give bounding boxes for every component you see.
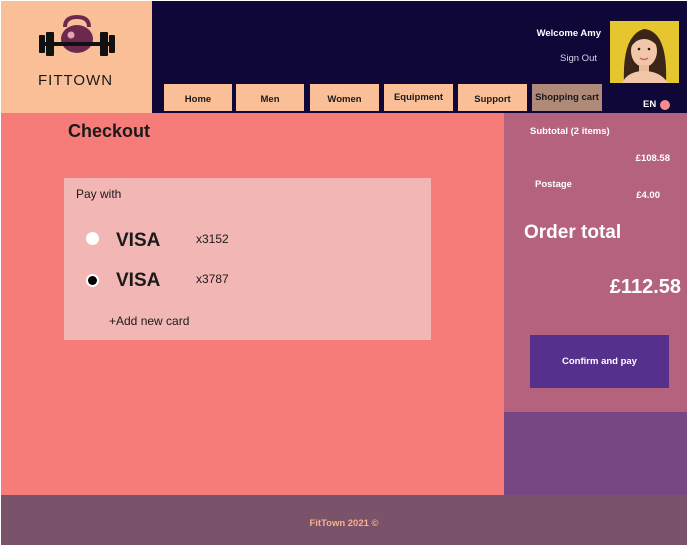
kettlebell-logo-icon [39,15,115,56]
nav-shopping-cart[interactable]: Shopping cart [532,84,602,111]
pay-with-label: Pay with [76,187,122,201]
nav-home[interactable]: Home [164,84,232,111]
order-summary: Subtotal (2 items) £108.58 Postage £4.00… [504,113,687,412]
nav-women[interactable]: Women [310,84,379,111]
avatar[interactable] [610,21,679,83]
page: FITTOWN Welcome Amy Sign Out Home Men Wo… [1,1,687,545]
postage-value: £4.00 [636,190,660,201]
confirm-and-pay-button[interactable]: Confirm and pay [530,335,669,388]
order-total-label: Order total [524,222,622,243]
visa-card-logo: VISA [116,230,161,251]
card-number-1: x3152 [196,232,229,246]
card-radio-2[interactable] [86,274,99,287]
footer-copyright: FitTown 2021 © [309,518,379,529]
visa-card-logo: VISA [116,270,161,291]
welcome-text: Welcome Amy [536,28,601,39]
card-number-2: x3787 [196,272,229,286]
payment-panel: Pay with VISA x3152 VISA x3787 +Add new … [64,178,431,340]
sign-out-link[interactable]: Sign Out [560,53,597,64]
language-selector[interactable]: EN [643,99,656,110]
order-total-value: £112.58 [609,276,681,298]
summary-lower-panel [504,412,687,495]
subtotal-label: Subtotal (2 items) [530,126,610,137]
nav-equipment[interactable]: Equipment [384,84,453,111]
nav-men[interactable]: Men [236,84,304,111]
brand-name: FITTOWN [38,72,114,89]
card-radio-1[interactable] [86,232,99,245]
page-title: Checkout [68,121,151,141]
subtotal-value: £108.58 [635,153,670,164]
postage-label: Postage [535,179,572,190]
logo-area[interactable]: FITTOWN [1,1,152,113]
language-dot-icon[interactable] [660,100,670,110]
footer: FitTown 2021 © [1,495,687,545]
add-new-card-link[interactable]: +Add new card [109,314,189,328]
nav-support[interactable]: Support [458,84,527,111]
